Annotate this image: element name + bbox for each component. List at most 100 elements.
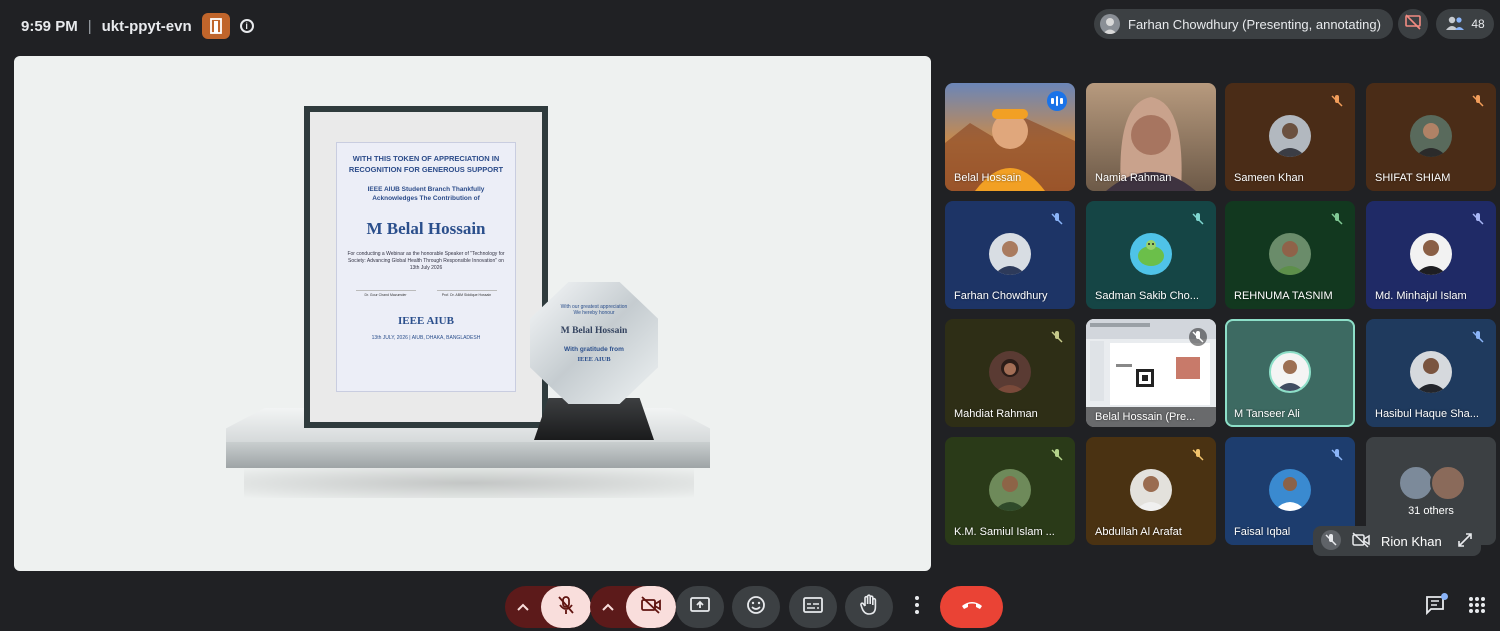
participant-tile[interactable]: Sadman Sakib Cho... [1086, 201, 1216, 309]
chat-button[interactable] [1424, 593, 1448, 618]
participant-tile[interactable]: K.M. Samiul Islam ... [945, 437, 1075, 545]
captions-icon [802, 596, 824, 619]
stop-presenting-button[interactable] [1398, 9, 1428, 39]
info-icon[interactable]: i [239, 19, 254, 33]
emoji-icon [746, 595, 766, 620]
people-button[interactable]: 48 [1436, 9, 1494, 39]
present-screen-icon [689, 596, 711, 619]
avatar [1269, 351, 1311, 393]
end-call-button[interactable] [940, 586, 1003, 628]
camera-off-icon [640, 595, 662, 619]
mic-off-icon [1469, 328, 1487, 346]
participant-name: M Tanseer Ali [1234, 408, 1300, 420]
signatory-2: Prof. Dr. ABM Siddique Hossain [436, 290, 497, 297]
avatar [1430, 465, 1466, 501]
presenter-status-pill[interactable]: Farhan Chowdhury (Presenting, annotating… [1094, 9, 1393, 39]
clock: 9:59 PM [21, 17, 78, 35]
certificate-signatures: Dr. Gour Chand Mazumder Prof. Dr. ABM Si… [345, 290, 507, 297]
people-icon [1445, 15, 1465, 34]
mic-off-icon [1469, 92, 1487, 110]
camera-control [590, 586, 676, 628]
separator: | [87, 17, 92, 35]
certificate-heading: WITH THIS TOKEN OF APPRECIATION IN RECOG… [348, 154, 504, 174]
participant-name: Farhan Chowdhury [954, 290, 1048, 302]
raise-hand-button[interactable] [845, 586, 893, 628]
presenter-status-text: Farhan Chowdhury (Presenting, annotating… [1128, 16, 1381, 32]
participant-tile[interactable]: M Tanseer Ali [1225, 319, 1355, 427]
trophy-line-2: We hereby honour [573, 310, 615, 316]
camera-toggle-button[interactable] [626, 586, 676, 628]
others-label: 31 others [1408, 505, 1454, 517]
participant-name: REHNUMA TASNIM [1234, 290, 1333, 302]
mic-off-icon [1328, 92, 1346, 110]
participant-name: Belal Hossain [954, 172, 1022, 184]
avatar [1130, 469, 1172, 511]
mic-off-icon [1048, 446, 1066, 464]
mic-control [505, 586, 591, 628]
reactions-button[interactable] [732, 586, 780, 628]
participant-tile[interactable]: Farhan Chowdhury [945, 201, 1075, 309]
camera-off-icon[interactable] [1351, 531, 1371, 551]
notification-dot [1441, 593, 1448, 600]
present-button[interactable] [676, 586, 724, 628]
participant-tile[interactable]: Mahdiat Rahman [945, 319, 1075, 427]
mic-off-icon [1048, 210, 1066, 228]
more-options-button[interactable] [902, 586, 932, 628]
chevron-up-icon [517, 598, 529, 616]
screen-off-icon [1404, 13, 1422, 35]
captions-button[interactable] [789, 586, 837, 628]
mic-off-icon [1328, 446, 1346, 464]
avatar [1410, 351, 1452, 393]
trophy-recipient: M Belal Hossain [560, 326, 628, 336]
certificate: WITH THIS TOKEN OF APPRECIATION IN RECOG… [336, 142, 516, 392]
hand-icon [859, 593, 879, 621]
door-icon[interactable] [201, 13, 230, 39]
participant-tile[interactable]: Namia Rahman [1086, 83, 1216, 191]
trophy-gratitude: With gratitude from [564, 346, 624, 353]
presenter-avatar [1100, 14, 1120, 34]
presentation-stage: WITH THIS TOKEN OF APPRECIATION IN RECOG… [14, 56, 931, 571]
mic-off-icon [1189, 328, 1207, 346]
camera-options-button[interactable] [590, 586, 626, 628]
avatar [989, 469, 1031, 511]
mic-toggle-button[interactable] [541, 586, 591, 628]
avatar [1398, 465, 1434, 501]
participant-name: Sadman Sakib Cho... [1095, 290, 1199, 302]
participant-tile[interactable]: SHIFAT SHIAM [1366, 83, 1496, 191]
meeting-code: ukt-ppyt-evn [101, 17, 192, 35]
participant-name: Abdullah Al Arafat [1095, 526, 1182, 538]
chevron-up-icon [602, 598, 614, 616]
participant-tile[interactable]: REHNUMA TASNIM [1225, 201, 1355, 309]
phone-hangup-icon [960, 598, 984, 616]
participant-tile[interactable]: Hasibul Haque Sha... [1366, 319, 1496, 427]
certificate-acknowledgement: IEEE AIUB Student Branch Thankfully Ackn… [367, 186, 485, 202]
participant-tile[interactable]: Md. Minhajul Islam [1366, 201, 1496, 309]
top-bar: 9:59 PM | ukt-ppyt-evn i Farhan Chowdhur… [0, 0, 1500, 48]
self-name: Rion Khan [1381, 533, 1442, 549]
participant-name: Md. Minhajul Islam [1375, 290, 1467, 302]
self-view-pill[interactable]: Rion Khan [1313, 526, 1481, 556]
mic-options-button[interactable] [505, 586, 541, 628]
activities-button[interactable] [1466, 596, 1488, 618]
expand-icon[interactable] [1457, 532, 1473, 551]
avatar [1130, 233, 1172, 275]
participant-count: 48 [1471, 17, 1485, 31]
meeting-info: 9:59 PM | ukt-ppyt-evn i [21, 13, 254, 39]
participant-tile[interactable]: Belal Hossain [945, 83, 1075, 191]
apps-grid-icon [1468, 596, 1486, 619]
participant-tile[interactable]: Belal Hossain (Pre... [1086, 319, 1216, 427]
avatar [1269, 233, 1311, 275]
crystal-trophy: With our greatest appreciation We hereby… [530, 282, 658, 404]
participant-tile[interactable]: Abdullah Al Arafat [1086, 437, 1216, 545]
participant-tile[interactable]: Sameen Khan [1225, 83, 1355, 191]
avatar [989, 233, 1031, 275]
mic-off-icon[interactable] [1321, 529, 1341, 553]
shelf-shadow [244, 468, 694, 498]
more-vertical-icon [914, 595, 920, 620]
mic-off-icon [1189, 446, 1207, 464]
signatory-1: Dr. Gour Chand Mazumder [355, 290, 416, 297]
participant-name: Belal Hossain (Pre... [1086, 407, 1216, 427]
participant-name: K.M. Samiul Islam ... [954, 526, 1055, 538]
mic-off-icon [1048, 328, 1066, 346]
mic-off-icon [1189, 210, 1207, 228]
